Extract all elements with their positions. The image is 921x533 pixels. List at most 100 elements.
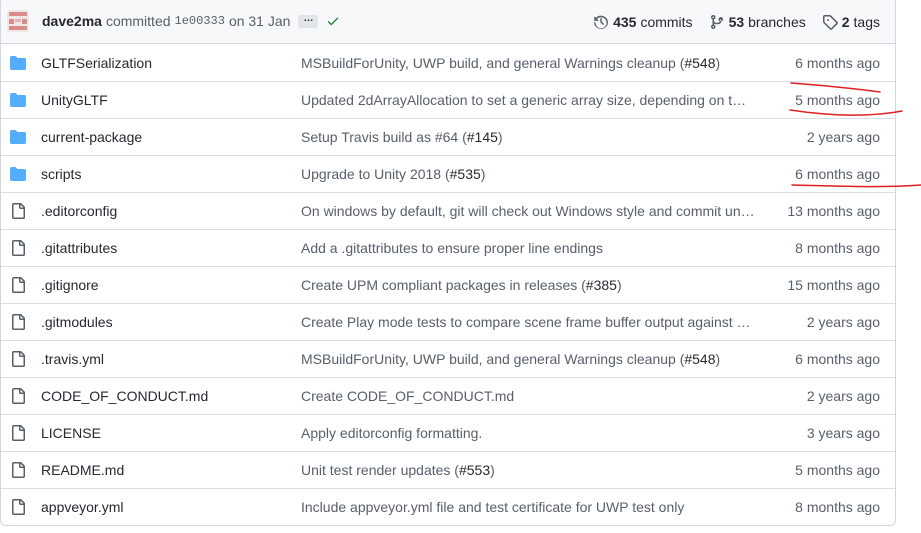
commit-message-close: ) — [490, 462, 495, 478]
commit-message-close: ) — [480, 166, 486, 182]
file-row[interactable]: LICENSE Apply editorconfig formatting. 3 y… — [1, 414, 895, 451]
commit-message-text: Apply editorconfig formatting. — [301, 425, 483, 441]
file-row[interactable]: .editorconfig On windows by default, git … — [1, 192, 895, 229]
latest-commit-bar: dave2ma committed 1e00333 on 31 Jan … 43… — [1, 0, 895, 44]
file-row[interactable]: CODE_OF_CONDUCT.md Create CODE_OF_CONDUCT… — [1, 377, 895, 414]
commit-age: 15 months ago — [787, 277, 880, 293]
file-name-link[interactable]: LICENSE — [41, 425, 101, 441]
commit-message-link[interactable]: On windows by default, git will check ou… — [301, 203, 757, 219]
tags-count: 2 — [841, 13, 850, 30]
commit-message-link[interactable]: MSBuildForUnity, UWP build, and general … — [301, 351, 757, 367]
commit-message-link[interactable]: Add a .gitattributes to ensure proper li… — [301, 240, 757, 256]
commit-age: 6 months ago — [795, 166, 880, 182]
commit-message-link[interactable]: Create UPM compliant packages in release… — [301, 277, 757, 293]
commit-message-text: Include appveyor.yml file and test certi… — [301, 499, 685, 515]
file-name-link[interactable]: .gitmodules — [41, 314, 113, 330]
commit-message-close: ) — [497, 129, 503, 145]
repo-stats: 435 commits 53 branches 2 tags — [577, 0, 880, 44]
pull-request-link[interactable]: #145 — [467, 129, 498, 145]
file-name-link[interactable]: .gitattributes — [41, 240, 117, 256]
folder-icon — [10, 93, 26, 107]
commit-age: 8 months ago — [795, 499, 880, 515]
commit-date: on 31 Jan — [228, 13, 291, 29]
commits-label: commits — [640, 13, 693, 30]
commit-author[interactable]: dave2ma — [42, 13, 102, 29]
commit-message-text: Create CODE_OF_CONDUCT.md — [301, 388, 515, 404]
pull-request-link[interactable]: #535 — [450, 166, 481, 182]
branches-count: 53 — [728, 13, 745, 30]
commit-message-link[interactable]: Include appveyor.yml file and test certi… — [301, 499, 757, 515]
commit-age: 5 months ago — [795, 462, 880, 478]
author-avatar[interactable] — [7, 10, 29, 32]
expand-commit-message-button[interactable]: … — [298, 13, 319, 28]
file-name-link[interactable]: .editorconfig — [41, 203, 117, 219]
commit-message-link[interactable]: Updated 2dArrayAllocation to set a gener… — [301, 92, 757, 108]
commit-age: 5 months ago — [795, 92, 880, 108]
folder-icon — [10, 167, 26, 181]
file-row[interactable]: GLTFSerialization MSBuildForUnity, UWP bu… — [1, 44, 895, 81]
commit-message-text: On windows by default, git will check ou… — [301, 203, 755, 219]
commit-age: 2 years ago — [806, 388, 880, 404]
pull-request-link[interactable]: #548 — [684, 351, 715, 367]
file-name-link[interactable]: CODE_OF_CONDUCT.md — [41, 388, 208, 404]
commit-age: 6 months ago — [795, 351, 880, 367]
file-name-link[interactable]: README.md — [41, 462, 124, 478]
pull-request-link[interactable]: #385 — [586, 277, 617, 293]
branches-link[interactable]: 53 branches — [709, 14, 806, 30]
commit-age: 8 months ago — [795, 240, 880, 256]
commit-message-text: Unit test render updates ( — [301, 462, 459, 478]
file-name-link[interactable]: .gitignore — [41, 277, 99, 293]
file-row[interactable]: .gitmodules Create Play mode tests to com… — [1, 303, 895, 340]
commit-sha[interactable]: 1e00333 — [175, 14, 225, 28]
pull-request-link[interactable]: #553 — [459, 462, 490, 478]
commit-message-text: Create UPM compliant packages in release… — [301, 277, 586, 293]
commit-message-text: Create Play mode tests to compare scene … — [301, 314, 757, 330]
file-icon — [12, 425, 25, 441]
file-icon — [12, 240, 25, 256]
file-row[interactable]: current-package Setup Travis build as #64… — [1, 118, 895, 155]
file-name-link[interactable]: scripts — [41, 166, 81, 182]
commit-message-close: ) — [715, 351, 721, 367]
commit-action: committed — [105, 13, 171, 29]
check-icon[interactable] — [326, 14, 340, 28]
commits-link[interactable]: 435 commits — [593, 13, 693, 30]
tags-link[interactable]: 2 tags — [822, 14, 880, 30]
file-row[interactable]: appveyor.yml Include appveyor.yml file an… — [1, 488, 895, 525]
history-icon — [594, 15, 609, 29]
file-icon — [12, 277, 25, 293]
pull-request-link[interactable]: #548 — [684, 55, 715, 71]
file-icon — [12, 314, 25, 330]
file-name-link[interactable]: UnityGLTF — [41, 92, 108, 108]
commit-message-text: Setup Travis build as #64 ( — [301, 129, 467, 145]
commit-message-link[interactable]: Create Play mode tests to compare scene … — [301, 314, 757, 330]
commit-age: 2 years ago — [806, 314, 880, 330]
commit-message-close: ) — [616, 277, 622, 293]
commit-message-link[interactable]: Unit test render updates (#553) — [301, 462, 757, 478]
commits-count: 435 — [613, 13, 637, 30]
file-icon — [12, 388, 25, 404]
file-name-link[interactable]: appveyor.yml — [41, 499, 123, 515]
file-row[interactable]: scripts Upgrade to Unity 2018 (#535) 6 mon… — [1, 155, 895, 192]
commit-message-text: Upgrade to Unity 2018 ( — [301, 166, 450, 182]
commit-message-link[interactable]: Setup Travis build as #64 (#145) — [301, 129, 757, 145]
commit-message-link[interactable]: Create CODE_OF_CONDUCT.md — [301, 388, 757, 404]
file-row[interactable]: .travis.yml MSBuildForUnity, UWP build, a… — [1, 340, 895, 377]
commit-message-text: MSBuildForUnity, UWP build, and general … — [301, 54, 685, 71]
file-icon — [12, 351, 25, 367]
file-name-link[interactable]: current-package — [41, 129, 142, 145]
file-name-link[interactable]: GLTFSerialization — [41, 55, 152, 71]
file-row[interactable]: .gitignore Create UPM compliant packages … — [1, 266, 895, 303]
branch-icon — [710, 14, 723, 29]
file-icon — [12, 203, 25, 219]
file-name-link[interactable]: .travis.yml — [41, 351, 104, 367]
commit-age: 2 years ago — [806, 129, 880, 145]
file-list: GLTFSerialization MSBuildForUnity, UWP bu… — [1, 44, 895, 525]
commit-age: 6 months ago — [795, 54, 880, 71]
commit-age: 13 months ago — [787, 203, 880, 219]
file-row[interactable]: README.md Unit test render updates (#553)… — [1, 451, 895, 488]
file-row[interactable]: .gitattributes Add a .gitattributes to en… — [1, 229, 895, 266]
file-row[interactable]: UnityGLTF Updated 2dArrayAllocation to se… — [1, 81, 895, 118]
commit-message-link[interactable]: Apply editorconfig formatting. — [301, 425, 757, 441]
commit-message-link[interactable]: MSBuildForUnity, UWP build, and general … — [301, 55, 757, 71]
commit-message-link[interactable]: Upgrade to Unity 2018 (#535) — [301, 166, 757, 182]
